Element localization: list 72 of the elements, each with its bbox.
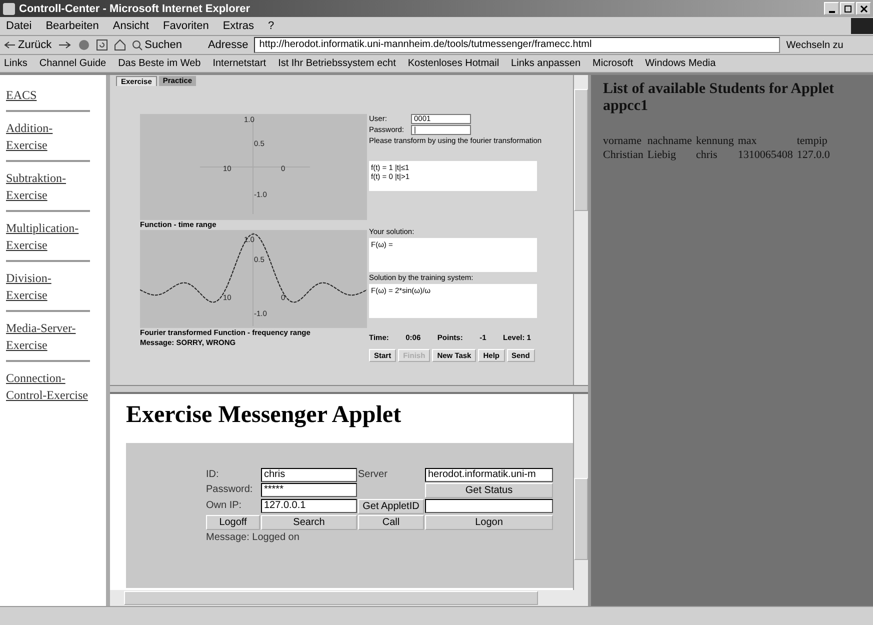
frame-splitter[interactable] — [110, 385, 588, 394]
applet-id-button[interactable]: Get AppletID — [358, 499, 424, 514]
table-cell: Liebig — [647, 149, 696, 161]
favorite-link[interactable]: Windows Media — [645, 58, 716, 69]
favorite-link[interactable]: Kostenloses Hotmail — [408, 58, 500, 69]
table-cell-text: 127.0.0 — [796, 149, 831, 161]
sidebar-link[interactable]: Addition-Exercise — [6, 120, 90, 154]
favorite-link[interactable]: Ist Ihr Betriebssystem echt — [278, 58, 396, 69]
window-title: Controll-Center - Microsoft Internet Explorer — [19, 2, 250, 14]
minimize-icon — [828, 10, 834, 12]
go-button[interactable]: Wechseln zu — [786, 40, 844, 50]
search-icon — [132, 40, 143, 50]
column-header: vorname — [603, 135, 648, 149]
messenger-button[interactable]: Logoff — [206, 515, 260, 530]
sidebar-link[interactable]: Media-Server-Exercise — [6, 320, 90, 354]
messenger-button[interactable]: Call — [358, 515, 424, 530]
maximize-button[interactable] — [840, 2, 855, 15]
sidebar-link[interactable]: Division-Exercise — [6, 270, 90, 304]
menu-item[interactable]: Extras — [222, 20, 254, 32]
list-heading: List of available Students for Applet appcc1 — [603, 81, 835, 115]
address-label: Adresse — [208, 39, 248, 51]
password-label: Password: — [206, 483, 254, 497]
column-header: nachname — [647, 135, 696, 149]
applet-id-field[interactable] — [425, 499, 553, 513]
id-field[interactable]: chris — [261, 468, 357, 482]
menu-item[interactable]: Datei — [6, 20, 32, 32]
messenger-button[interactable]: Logon — [425, 515, 553, 530]
refresh-icon[interactable] — [96, 39, 108, 51]
scrollbar[interactable] — [110, 590, 588, 606]
menu-item[interactable]: Bearbeiten — [46, 20, 99, 32]
sidebar-link[interactable]: Multiplication-Exercise — [6, 220, 90, 254]
favorite-link[interactable]: Internetstart — [212, 58, 266, 69]
scrollbar[interactable] — [573, 394, 588, 590]
favorite-link[interactable]: Channel Guide — [39, 58, 106, 69]
scrollbar[interactable] — [573, 75, 588, 385]
menu-item[interactable]: Ansicht — [112, 20, 149, 32]
back-button[interactable]: Zurück — [4, 39, 52, 51]
column-header: kennung — [696, 135, 738, 149]
favorite-link[interactable]: Das Beste im Web — [118, 58, 201, 69]
sidebar-link[interactable]: Subtraktion-Exercise — [6, 170, 90, 204]
column-header: tempip — [796, 135, 828, 149]
sidebar-link[interactable]: Connection-Control-Exercise — [6, 370, 90, 404]
web-search-button[interactable]: Suchen — [132, 39, 182, 51]
back-arrow-icon — [4, 40, 16, 50]
server-label: Server — [358, 468, 388, 482]
close-button[interactable] — [856, 2, 871, 15]
status-button[interactable]: Get Status — [425, 483, 553, 498]
home-icon[interactable] — [114, 39, 126, 51]
column-header: max — [738, 135, 797, 149]
minimize-button[interactable] — [824, 2, 839, 15]
favorite-link[interactable]: Links anpassen — [511, 58, 581, 69]
address-field[interactable]: http://herodot.informatik.uni-mannheim.de/tools/tutmessenger/framecc.html — [254, 37, 780, 53]
menu-item[interactable]: Favoriten — [162, 20, 209, 32]
menu-item[interactable]: ? — [268, 20, 274, 32]
status-message: Message: Logged on — [206, 531, 300, 545]
id-label: ID: — [206, 468, 220, 482]
page-heading: Exercise Messenger Applet — [126, 402, 402, 429]
ip-label: Own IP: — [206, 499, 243, 513]
password-field[interactable]: ***** — [261, 483, 357, 497]
close-icon — [860, 4, 868, 12]
table-cell: Christian — [603, 149, 648, 161]
table-cell-text: 1310065408 — [738, 149, 794, 161]
ip-field[interactable]: 127.0.0.1 — [261, 499, 357, 513]
forward-icon[interactable] — [58, 40, 72, 50]
links-label: Links — [4, 58, 28, 69]
messenger-button[interactable]: Search — [261, 515, 357, 530]
server-field[interactable]: herodot.informatik.uni-m — [425, 468, 553, 482]
favorite-link[interactable]: Microsoft — [592, 58, 634, 69]
stop-icon[interactable] — [78, 39, 90, 51]
sidebar-link[interactable]: EACS — [6, 87, 90, 104]
maximize-icon — [844, 4, 852, 12]
table-cell-text: chris — [696, 149, 718, 161]
